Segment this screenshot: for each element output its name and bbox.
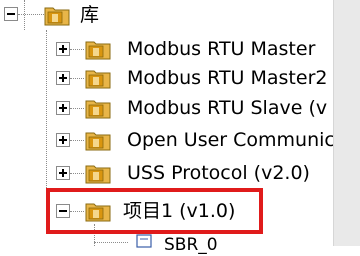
- folder-icon: [44, 7, 70, 26]
- collapse-icon[interactable]: [4, 7, 18, 21]
- tree-connector: [94, 242, 128, 243]
- tree-node-label: Modbus RTU Master: [127, 38, 316, 60]
- library-folder-icon: [85, 100, 111, 119]
- expand-icon[interactable]: [56, 42, 70, 56]
- tree-connector: [70, 108, 84, 109]
- vertical-scrollbar[interactable]: [333, 0, 360, 246]
- highlight-box: [46, 188, 263, 234]
- tree-node-label: 库: [80, 4, 100, 26]
- tree-connector: [70, 49, 84, 50]
- library-folder-icon: [85, 165, 111, 184]
- tree-node-label: USS Protocol (v2.0): [127, 162, 310, 184]
- tree-node-label: Modbus RTU Master2: [127, 67, 328, 89]
- tree-node-label: SBR_0: [164, 235, 218, 255]
- expand-icon[interactable]: [56, 166, 70, 180]
- tree-connector: [46, 30, 47, 212]
- tree-connector: [70, 140, 84, 141]
- tree-connector: [24, 0, 25, 30]
- tree-node-label: Modbus RTU Slave (v: [127, 97, 328, 119]
- expand-icon[interactable]: [56, 101, 70, 115]
- tree-connector: [18, 14, 44, 15]
- expand-icon[interactable]: [56, 133, 70, 147]
- tree-connector: [70, 173, 84, 174]
- library-folder-icon: [85, 41, 111, 60]
- expand-icon[interactable]: [56, 71, 70, 85]
- tree-node-label: Open User Communic: [127, 129, 335, 151]
- tree-connector: [70, 78, 84, 79]
- library-folder-icon: [85, 132, 111, 151]
- library-folder-icon: [85, 70, 111, 89]
